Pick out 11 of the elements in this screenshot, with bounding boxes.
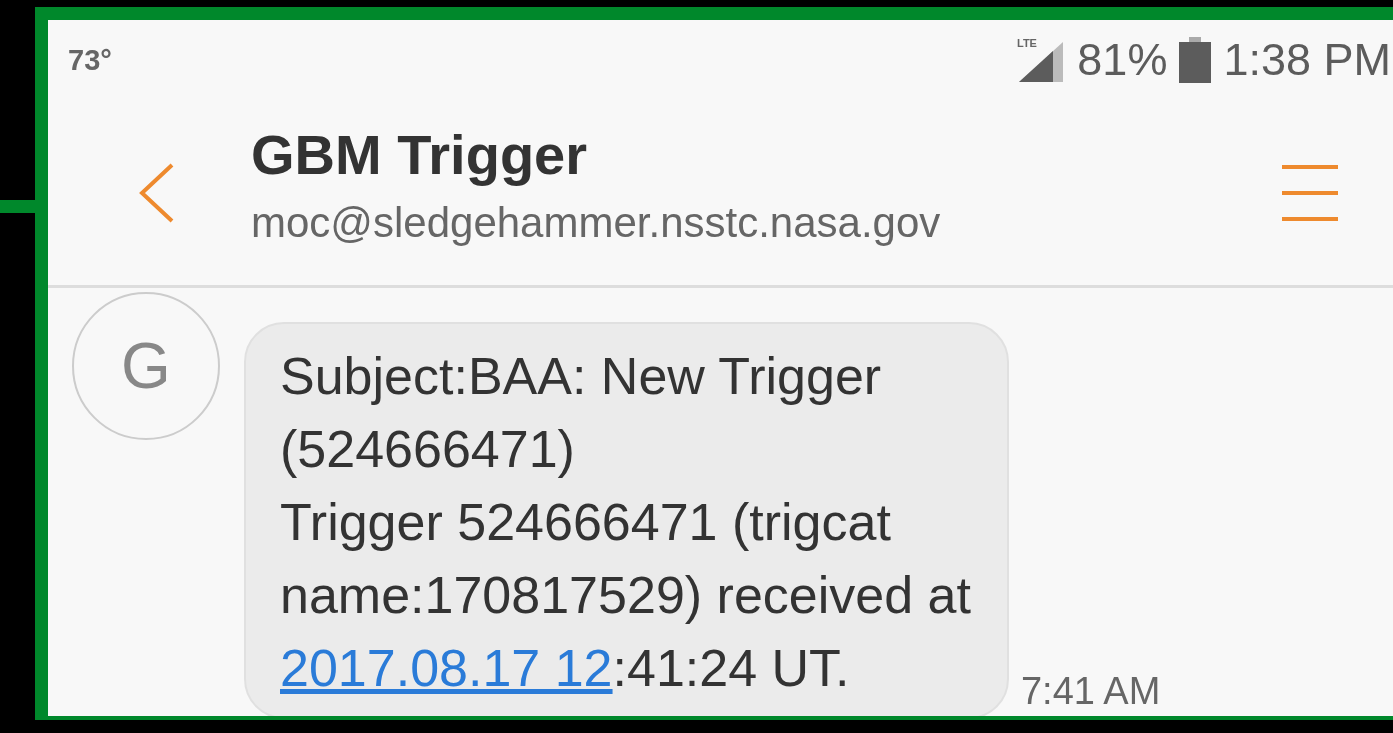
battery-icon	[1179, 37, 1212, 83]
temperature-text: 73°	[68, 43, 112, 77]
battery-percent: 81%	[1077, 34, 1168, 86]
back-icon[interactable]	[138, 161, 176, 224]
avatar[interactable]: G	[72, 292, 220, 440]
message-text: Subject:BAA: New Trigger (524666471) Trigger 524666471 (trigcat name:170817529) received at 2017.08.17 12:41:24 UT.	[280, 346, 971, 699]
clock-text: 1:38 PM	[1223, 34, 1391, 86]
message-time: 7:41 AM	[1020, 670, 1161, 713]
contact-email: moc@sledgehammer.nsstc.nasa.gov	[251, 199, 941, 247]
date-link[interactable]: 2017.08.17 12	[280, 639, 613, 697]
contact-name: GBM Trigger	[251, 122, 588, 187]
